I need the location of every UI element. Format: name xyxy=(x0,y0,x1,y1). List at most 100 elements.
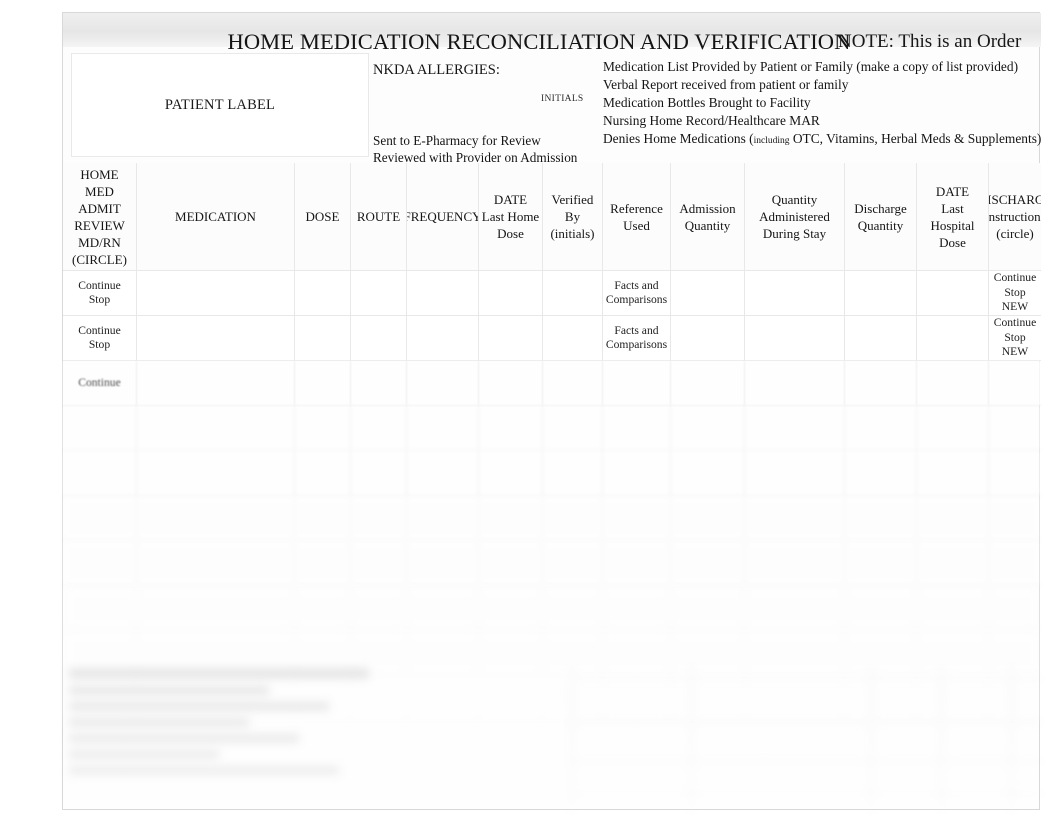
cell-discharge-quantity[interactable] xyxy=(845,451,917,496)
cell-quantity-administered[interactable] xyxy=(745,451,845,496)
cell-verified-by[interactable] xyxy=(543,271,603,316)
cell-discharge-instructions[interactable]: Continue Stop NEW xyxy=(989,271,1041,316)
cell-frequency[interactable] xyxy=(407,361,479,406)
cell-discharge-quantity[interactable] xyxy=(845,316,917,361)
cell-dose[interactable] xyxy=(295,406,351,451)
cell-option[interactable]: NEW xyxy=(1002,345,1028,360)
cell-dose[interactable] xyxy=(295,541,351,586)
cell-discharge-quantity[interactable] xyxy=(845,586,917,631)
cell-option[interactable]: Continue xyxy=(994,271,1037,286)
cell-admission-quantity[interactable] xyxy=(671,271,745,316)
cell-medication[interactable] xyxy=(137,406,295,451)
cell-quantity-administered[interactable] xyxy=(745,316,845,361)
cell-route[interactable] xyxy=(351,451,407,496)
cell-verified-by[interactable] xyxy=(543,451,603,496)
cell-discharge-quantity[interactable] xyxy=(845,361,917,406)
cell-reference-used[interactable] xyxy=(603,541,671,586)
cell-quantity-administered[interactable] xyxy=(745,586,845,631)
table-row[interactable] xyxy=(63,586,1041,631)
cell-verified-by[interactable] xyxy=(543,496,603,541)
cell-option[interactable]: Comparisons xyxy=(606,338,667,353)
cell-option[interactable]: Comparisons xyxy=(606,293,667,308)
cell-medication[interactable] xyxy=(137,271,295,316)
cell-date-last-home-dose[interactable] xyxy=(479,406,543,451)
cell-review[interactable]: Continue xyxy=(63,361,137,406)
cell-date-last-home-dose[interactable] xyxy=(479,586,543,631)
cell-discharge-quantity[interactable] xyxy=(845,271,917,316)
cell-reference-used[interactable] xyxy=(603,451,671,496)
cell-option[interactable]: Facts and xyxy=(614,324,658,339)
cell-option[interactable]: Continue xyxy=(78,324,121,339)
cell-admission-quantity[interactable] xyxy=(671,586,745,631)
cell-reference-used[interactable] xyxy=(603,586,671,631)
cell-discharge-quantity[interactable] xyxy=(845,541,917,586)
source-item-med-list[interactable]: Medication List Provided by Patient or F… xyxy=(603,58,1041,76)
source-item-verbal-report[interactable]: Verbal Report received from patient or f… xyxy=(603,76,1041,94)
cell-option[interactable]: NEW xyxy=(1002,300,1028,315)
cell-verified-by[interactable] xyxy=(543,316,603,361)
cell-quantity-administered[interactable] xyxy=(745,541,845,586)
cell-route[interactable] xyxy=(351,406,407,451)
cell-verified-by[interactable] xyxy=(543,406,603,451)
cell-date-last-hospital-dose[interactable] xyxy=(917,541,989,586)
cell-review[interactable] xyxy=(63,586,137,631)
source-item-nursing-home-mar[interactable]: Nursing Home Record/Healthcare MAR xyxy=(603,112,1041,130)
cell-medication[interactable] xyxy=(137,586,295,631)
cell-route[interactable] xyxy=(351,316,407,361)
table-row[interactable] xyxy=(63,496,1041,541)
cell-dose[interactable] xyxy=(295,451,351,496)
cell-discharge-quantity[interactable] xyxy=(845,406,917,451)
table-row[interactable] xyxy=(63,451,1041,496)
cell-dose[interactable] xyxy=(295,361,351,406)
cell-option[interactable]: Stop xyxy=(1004,286,1025,301)
cell-frequency[interactable] xyxy=(407,541,479,586)
cell-option[interactable]: Continue xyxy=(78,279,121,294)
cell-date-last-hospital-dose[interactable] xyxy=(917,271,989,316)
cell-medication[interactable] xyxy=(137,496,295,541)
cell-route[interactable] xyxy=(351,271,407,316)
cell-date-last-hospital-dose[interactable] xyxy=(917,496,989,541)
table-row[interactable] xyxy=(63,541,1041,586)
cell-date-last-hospital-dose[interactable] xyxy=(917,586,989,631)
cell-review[interactable] xyxy=(63,496,137,541)
cell-route[interactable] xyxy=(351,361,407,406)
cell-date-last-home-dose[interactable] xyxy=(479,451,543,496)
cell-date-last-home-dose[interactable] xyxy=(479,496,543,541)
cell-review[interactable] xyxy=(63,541,137,586)
cell-date-last-hospital-dose[interactable] xyxy=(917,316,989,361)
cell-review[interactable]: Continue Stop xyxy=(63,316,137,361)
cell-quantity-administered[interactable] xyxy=(745,496,845,541)
cell-dose[interactable] xyxy=(295,271,351,316)
cell-date-last-hospital-dose[interactable] xyxy=(917,406,989,451)
cell-quantity-administered[interactable] xyxy=(745,406,845,451)
cell-medication[interactable] xyxy=(137,541,295,586)
cell-option[interactable]: Stop xyxy=(89,338,110,353)
cell-medication[interactable] xyxy=(137,451,295,496)
cell-verified-by[interactable] xyxy=(543,586,603,631)
source-item-denies-home-meds[interactable]: Denies Home Medications (including OTC, … xyxy=(603,130,1041,150)
cell-option[interactable]: Stop xyxy=(1004,331,1025,346)
cell-reference-used[interactable]: Facts and Comparisons xyxy=(603,316,671,361)
cell-admission-quantity[interactable] xyxy=(671,541,745,586)
cell-date-last-hospital-dose[interactable] xyxy=(917,451,989,496)
cell-option[interactable]: Facts and xyxy=(614,279,658,294)
cell-admission-quantity[interactable] xyxy=(671,496,745,541)
cell-frequency[interactable] xyxy=(407,586,479,631)
cell-route[interactable] xyxy=(351,586,407,631)
cell-review[interactable] xyxy=(63,406,137,451)
cell-route[interactable] xyxy=(351,541,407,586)
cell-frequency[interactable] xyxy=(407,451,479,496)
cell-option[interactable]: Stop xyxy=(89,293,110,308)
cell-discharge-instructions[interactable] xyxy=(989,496,1041,541)
cell-admission-quantity[interactable] xyxy=(671,451,745,496)
table-row[interactable]: Continue Stop Facts and Comparisons Continue… xyxy=(63,271,1041,316)
cell-date-last-home-dose[interactable] xyxy=(479,361,543,406)
cell-frequency[interactable] xyxy=(407,496,479,541)
table-row[interactable]: Continue xyxy=(63,361,1041,406)
cell-discharge-instructions[interactable] xyxy=(989,541,1041,586)
cell-medication[interactable] xyxy=(137,361,295,406)
cell-frequency[interactable] xyxy=(407,316,479,361)
cell-verified-by[interactable] xyxy=(543,361,603,406)
cell-reference-used[interactable]: Facts and Comparisons xyxy=(603,271,671,316)
cell-review[interactable]: Continue Stop xyxy=(63,271,137,316)
